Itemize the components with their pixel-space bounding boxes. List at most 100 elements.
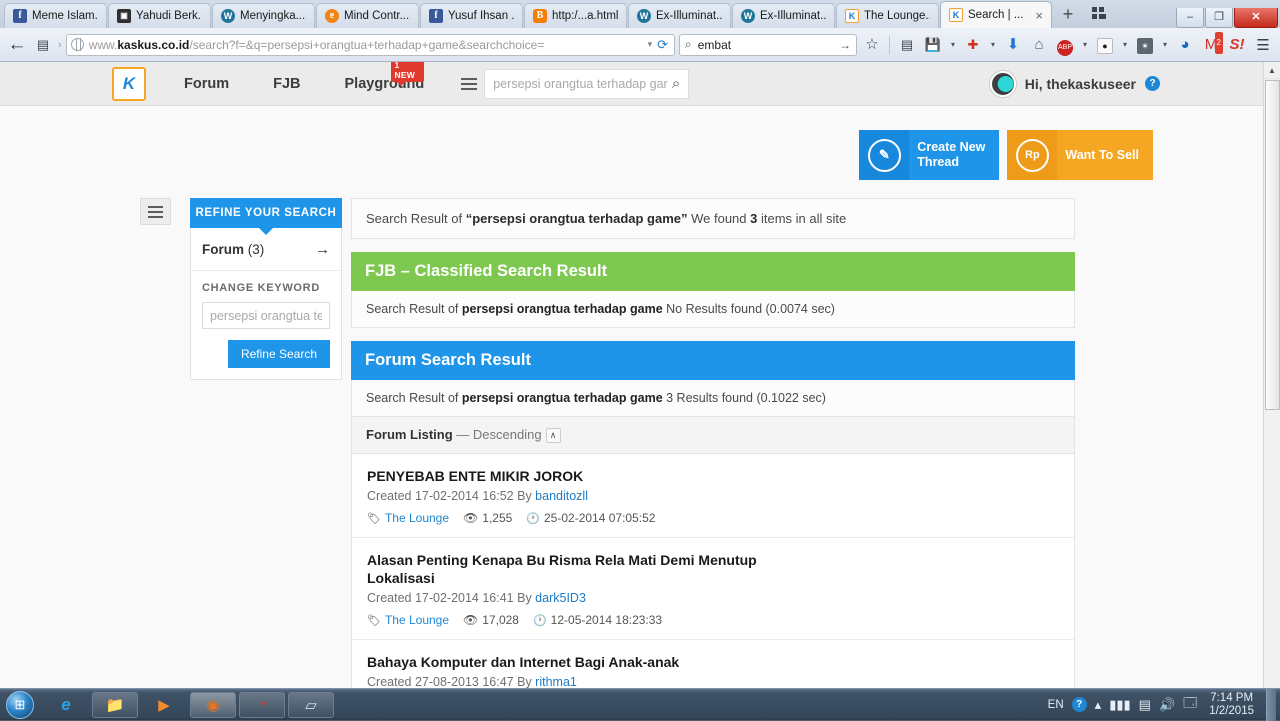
taskbar-file-explorer[interactable]: 📁 — [92, 692, 138, 718]
taskbar-media-player[interactable]: ▶ — [141, 692, 187, 718]
volume-icon[interactable]: 🔊 — [1159, 697, 1175, 713]
browser-search-value: embat — [698, 38, 833, 52]
network-signal-icon[interactable]: ▮▮▮ — [1109, 697, 1130, 713]
kaskus-logo[interactable]: K — [112, 67, 146, 101]
dropdown-caret[interactable]: ▾ — [1120, 40, 1130, 49]
nav-playground[interactable]: Playground 1 NEW — [345, 76, 425, 92]
browser-tab[interactable]: e Mind Contr... — [316, 3, 419, 28]
add-note-icon[interactable]: ✚ — [962, 34, 984, 56]
thread-author[interactable]: banditozll — [535, 489, 588, 503]
refine-search-button[interactable]: Refine Search — [228, 340, 330, 368]
ghostery-icon[interactable]: ● — [1094, 34, 1116, 56]
avatar[interactable] — [990, 71, 1016, 97]
sort-toggle-icon[interactable]: ∧ — [546, 428, 561, 443]
gmail-icon[interactable]: M2 — [1200, 34, 1222, 56]
maximize-button[interactable]: ❐ — [1205, 8, 1233, 28]
browser-tab[interactable]: W Menyingka... — [212, 3, 315, 28]
scrollbar-thumb[interactable] — [1265, 80, 1280, 410]
thread-author[interactable]: dark5ID3 — [535, 591, 586, 605]
search-go-icon[interactable]: → — [839, 38, 851, 52]
action-center-icon[interactable]: ? — [1072, 697, 1087, 712]
start-button[interactable]: ⊞ — [0, 690, 40, 720]
taskbar-notepad[interactable]: ▱ — [288, 692, 334, 718]
thread-forum[interactable]: The Lounge — [385, 511, 449, 525]
taskbar-firefox[interactable]: ◉ — [190, 692, 236, 718]
arrow-right-icon: → — [315, 241, 330, 258]
menu-icon[interactable]: ☰ — [1252, 36, 1274, 54]
listing-sep: — — [453, 427, 473, 442]
browser-tab[interactable]: W Ex-Illuminat... — [628, 3, 731, 28]
browser-tab-active[interactable]: K Search | ... × — [940, 1, 1052, 28]
stumbleupon-icon[interactable]: S! — [1226, 34, 1248, 56]
home-icon[interactable]: ⌂ — [1028, 34, 1050, 56]
wordpress-icon: W — [741, 9, 755, 23]
dropdown-caret[interactable]: ▾ — [1160, 40, 1170, 49]
keyword-input-wrap[interactable] — [202, 302, 330, 329]
dropdown-caret[interactable]: ▾ — [988, 40, 998, 49]
chevron-down-icon[interactable]: ▾ — [648, 39, 653, 50]
battery-icon[interactable]: ▤ — [1139, 697, 1151, 713]
create-new-thread-button[interactable]: ✎ Create New Thread — [859, 130, 999, 180]
tab-grid-icon[interactable] — [1089, 3, 1111, 25]
magnifier-icon[interactable]: ⌕ — [672, 75, 680, 92]
browser-tab[interactable]: f Meme Islam... — [4, 3, 107, 28]
panel-toggle-icon[interactable] — [140, 198, 171, 225]
star-bookmark-icon[interactable]: ☆ — [861, 34, 883, 56]
browser-tab[interactable]: ▣ Yahudi Berk... — [108, 3, 211, 28]
want-to-sell-button[interactable]: Rp Want To Sell — [1007, 130, 1153, 180]
nav-fjb[interactable]: FJB — [273, 76, 300, 92]
browser-search-box[interactable]: ⌕ embat → — [679, 34, 857, 56]
kaskus-icon: K — [949, 8, 963, 22]
download-arrow-icon[interactable]: ⬇ — [1002, 34, 1024, 56]
thread-title[interactable]: Alasan Penting Kenapa Bu Risma Rela Mati… — [367, 551, 757, 587]
thread-author[interactable]: rithma1 — [535, 675, 577, 688]
reading-list-icon[interactable]: ▤ — [896, 34, 918, 56]
browser-tab[interactable]: B http:/...a.html — [524, 3, 627, 28]
address-bar[interactable]: www.kaskus.co.id/search?f=&q=persepsi+or… — [66, 34, 675, 56]
forum-filter-count: (3) — [248, 242, 265, 257]
results-column: Search Result of “persepsi orangtua terh… — [351, 198, 1075, 688]
tab-strip: f Meme Islam... ▣ Yahudi Berk... W Menyi… — [0, 0, 1280, 28]
reload-icon[interactable]: ⟳ — [657, 37, 670, 53]
change-keyword-label: CHANGE KEYWORD — [191, 271, 341, 294]
hamburger-icon[interactable] — [454, 69, 484, 99]
table-row[interactable]: Alasan Penting Kenapa Bu Risma Rela Mati… — [352, 538, 1074, 640]
safely-remove-icon[interactable]: 🗔 — [1183, 694, 1197, 716]
thread-title[interactable]: PENYEBAB ENTE MIKIR JOROK — [367, 467, 1060, 485]
keyword-input[interactable] — [210, 309, 322, 323]
table-row[interactable]: Bahaya Komputer dan Internet Bagi Anak-a… — [352, 640, 1074, 688]
opera-icon[interactable]: ◕ — [1174, 34, 1196, 56]
dropdown-caret[interactable]: ▾ — [948, 40, 958, 49]
search-input[interactable] — [493, 77, 668, 91]
taskbar-opera[interactable]: ◔ — [239, 692, 285, 718]
scroll-up-icon[interactable]: ▲ — [1264, 62, 1280, 79]
site-search-box[interactable]: ⌕ — [484, 69, 689, 99]
table-row[interactable]: PENYEBAB ENTE MIKIR JOROK Created 17-02-… — [352, 454, 1074, 538]
adblock-icon[interactable]: ABP — [1054, 34, 1076, 56]
forum-filter-label: Forum — [202, 242, 244, 257]
clock[interactable]: 7:14 PM 1/2/2015 — [1205, 692, 1258, 718]
thread-title[interactable]: Bahaya Komputer dan Internet Bagi Anak-a… — [367, 653, 1060, 671]
close-button[interactable]: ✕ — [1234, 8, 1278, 28]
dropdown-caret[interactable]: ▾ — [1080, 40, 1090, 49]
minimize-button[interactable]: – — [1176, 8, 1204, 28]
thread-created-label: Created 17-02-2014 16:41 By — [367, 591, 535, 605]
show-desktop-button[interactable] — [1266, 689, 1276, 721]
sparkle-icon[interactable]: ✶ — [1134, 34, 1156, 56]
browser-tab[interactable]: f Yusuf Ihsan ... — [420, 3, 523, 28]
help-icon[interactable]: ? — [1145, 76, 1160, 91]
thread-lastpost-wrap: 🕐12-05-2014 18:23:33 — [533, 613, 662, 627]
language-indicator[interactable]: EN — [1048, 699, 1064, 711]
thread-forum[interactable]: The Lounge — [385, 613, 449, 627]
nav-forum[interactable]: Forum — [184, 76, 229, 92]
show-hidden-icons-icon[interactable]: ▴ — [1095, 697, 1102, 713]
new-tab-button[interactable]: + — [1057, 4, 1079, 26]
page-scrollbar[interactable]: ▲ — [1263, 62, 1280, 688]
browser-tab[interactable]: K The Lounge... — [836, 3, 939, 28]
site-identity-icon[interactable]: ▤ — [32, 34, 54, 56]
save-disk-icon[interactable]: 💾 — [922, 34, 944, 56]
back-button[interactable]: ← — [6, 34, 28, 56]
browser-tab[interactable]: W Ex-Illuminat... — [732, 3, 835, 28]
close-icon[interactable]: × — [1033, 8, 1043, 23]
taskbar-internet-explorer[interactable]: e — [43, 692, 89, 718]
